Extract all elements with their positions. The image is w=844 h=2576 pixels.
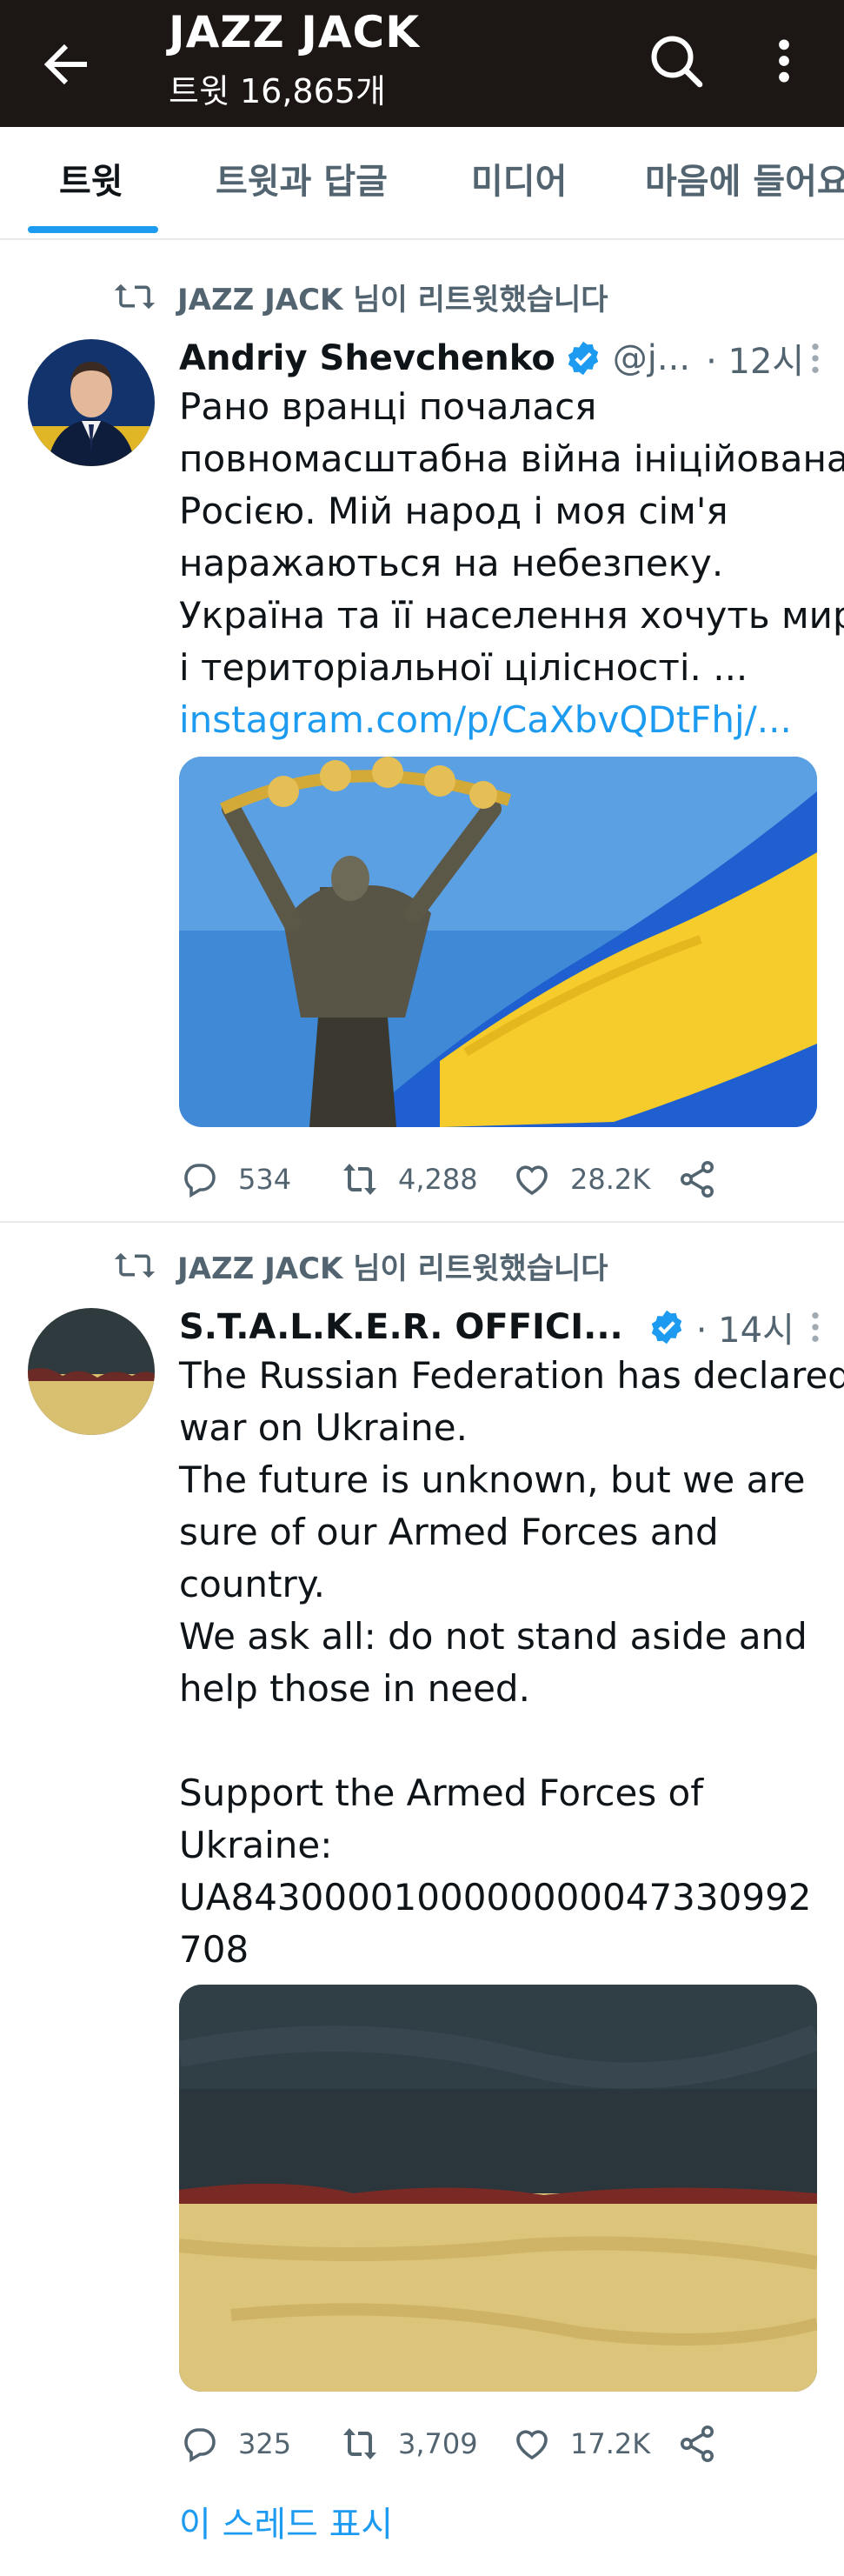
retweet-icon — [343, 2428, 376, 2459]
top-app-bar: JAZZ JACK 트윗 16,865개 — [0, 0, 844, 127]
author-name[interactable]: S.T.A.L.K.E.R. OFFICI... — [179, 1307, 623, 1347]
retweet-icon — [114, 284, 156, 310]
tab-tweets[interactable]: 트윗 — [59, 153, 123, 204]
tweet-text-line: war on Ukraine. — [179, 1406, 468, 1449]
tweet-menu-icon[interactable] — [808, 341, 822, 376]
share-button[interactable] — [676, 1153, 718, 1205]
retweet-label: JAZZ JACK 님이 리트윗했습니다 — [177, 1251, 608, 1286]
retweet-context: JAZZ JACK 님이 리트윗했습니다 — [113, 275, 608, 318]
tweet-image[interactable] — [179, 757, 817, 1127]
search-icon[interactable] — [645, 30, 708, 92]
reply-button[interactable]: 325 — [179, 2418, 291, 2470]
like-count: 28.2K — [570, 1163, 651, 1196]
retweet-count: 3,709 — [398, 2427, 478, 2460]
author-name[interactable]: Andriy Shevchenko — [179, 338, 555, 378]
tweet-image[interactable] — [179, 1985, 817, 2392]
tweet-text-line: The future is unknown, but we are — [179, 1458, 806, 1501]
retweet-button[interactable]: 4,288 — [339, 1153, 478, 1205]
verified-badge-icon — [651, 1310, 681, 1345]
active-tab-indicator — [28, 226, 158, 233]
author-handle: @j... — [612, 338, 691, 378]
tweet-text-line: We ask all: do not stand aside and — [179, 1615, 807, 1658]
tweet-text: The Russian Federation has declared war … — [179, 1350, 844, 1976]
tab-likes[interactable]: 마음에 들어요 — [645, 153, 844, 204]
more-vertical-icon[interactable] — [756, 30, 812, 92]
tweet-text-line: The Russian Federation has declared — [179, 1354, 844, 1397]
reply-icon — [184, 1164, 216, 1198]
tweet-count: 트윗 16,865개 — [169, 72, 386, 110]
reply-count: 534 — [238, 1163, 292, 1196]
tweet-divider — [0, 1221, 844, 1223]
tweet-text-line: Support the Armed Forces of — [179, 1772, 704, 1814]
tab-media[interactable]: 미디어 — [471, 153, 567, 204]
avatar-photo — [28, 1308, 155, 1435]
heart-icon — [516, 1165, 548, 1196]
tweet-header: Andriy Shevchenko @j... · 12시 — [179, 332, 822, 384]
share-icon — [681, 1161, 714, 1198]
tweet-text-line: Україна та її населення хочуть миру — [179, 594, 844, 637]
tweet-text-line: 708 — [179, 1928, 249, 1971]
tweet-menu-icon[interactable] — [808, 1310, 822, 1345]
retweet-button[interactable]: 3,709 — [339, 2418, 478, 2470]
tweet-text-line: повномасштабна війна ініційована — [179, 437, 844, 480]
profile-name: JAZZ JACK — [169, 7, 420, 57]
tweet-actions: 534 4,288 28.2K — [179, 1153, 788, 1205]
retweet-count: 4,288 — [398, 1163, 478, 1196]
tweet-text-line: help those in need. — [179, 1667, 530, 1710]
tweet-link[interactable]: instagram.com/p/CaXbvQDtFhj/... — [179, 694, 822, 746]
tweet-text-line: наражаються на небезпеку. — [179, 542, 724, 584]
tweet-text: Рано вранці почалася повномасштабна війн… — [179, 381, 844, 746]
tweet-text-line: і територіальної цілісності. ... — [179, 646, 748, 689]
arrow-left-icon[interactable] — [35, 33, 97, 96]
retweet-icon — [343, 1164, 376, 1195]
profile-tabs: 트윗 트윗과 답글 미디어 마음에 들어요 — [0, 127, 844, 240]
tweet-time[interactable]: · 12시 — [706, 333, 804, 384]
avatar-photo — [28, 339, 155, 466]
tweet[interactable]: JAZZ JACK 님이 리트윗했습니다 S.T.A.L.K.E.R. OFFI… — [0, 1225, 844, 2576]
tweet-text-line: Росією. Мій народ і моя сім'я — [179, 490, 728, 532]
reply-count: 325 — [238, 2427, 292, 2460]
avatar[interactable] — [28, 339, 155, 466]
painted-flag-image — [179, 1985, 817, 2392]
tweet-text-line: sure of our Armed Forces and — [179, 1511, 719, 1553]
retweet-context: JAZZ JACK 님이 리트윗했습니다 — [113, 1244, 608, 1287]
show-thread-link[interactable]: 이 스레드 표시 — [179, 2496, 393, 2546]
tweet-header: S.T.A.L.K.E.R. OFFICI... · 14시 — [179, 1301, 822, 1353]
like-count: 17.2K — [570, 2427, 651, 2460]
tweet-time[interactable]: · 14시 — [696, 1302, 794, 1352]
tweet-text-line: country. — [179, 1563, 325, 1605]
reply-button[interactable]: 534 — [179, 1153, 291, 1205]
retweet-label: JAZZ JACK 님이 리트윗했습니다 — [177, 282, 608, 317]
retweet-icon — [114, 1252, 156, 1278]
verified-badge-icon — [568, 341, 599, 376]
reply-icon — [184, 2428, 216, 2463]
independence-monument-flag-image — [179, 757, 817, 1127]
tweet-actions: 325 3,709 17.2K — [179, 2418, 788, 2470]
like-button[interactable]: 28.2K — [511, 1153, 650, 1205]
tweet-text-line: Ukraine: — [179, 1824, 333, 1866]
like-button[interactable]: 17.2K — [511, 2418, 650, 2470]
tab-tweets-and-replies[interactable]: 트윗과 답글 — [216, 153, 388, 204]
heart-icon — [516, 2430, 548, 2460]
share-button[interactable] — [676, 2418, 718, 2470]
tweet-text-line — [179, 1715, 822, 1767]
avatar[interactable] — [28, 1308, 155, 1435]
tweet-text-line: Рано вранці почалася — [179, 385, 597, 428]
share-icon — [681, 2426, 714, 2462]
tweet-text-line: UA84300001000000000473309​92 — [179, 1876, 812, 1919]
tweet[interactable]: JAZZ JACK 님이 리트윗했습니다 Andriy Shevchenko @… — [0, 257, 844, 1219]
